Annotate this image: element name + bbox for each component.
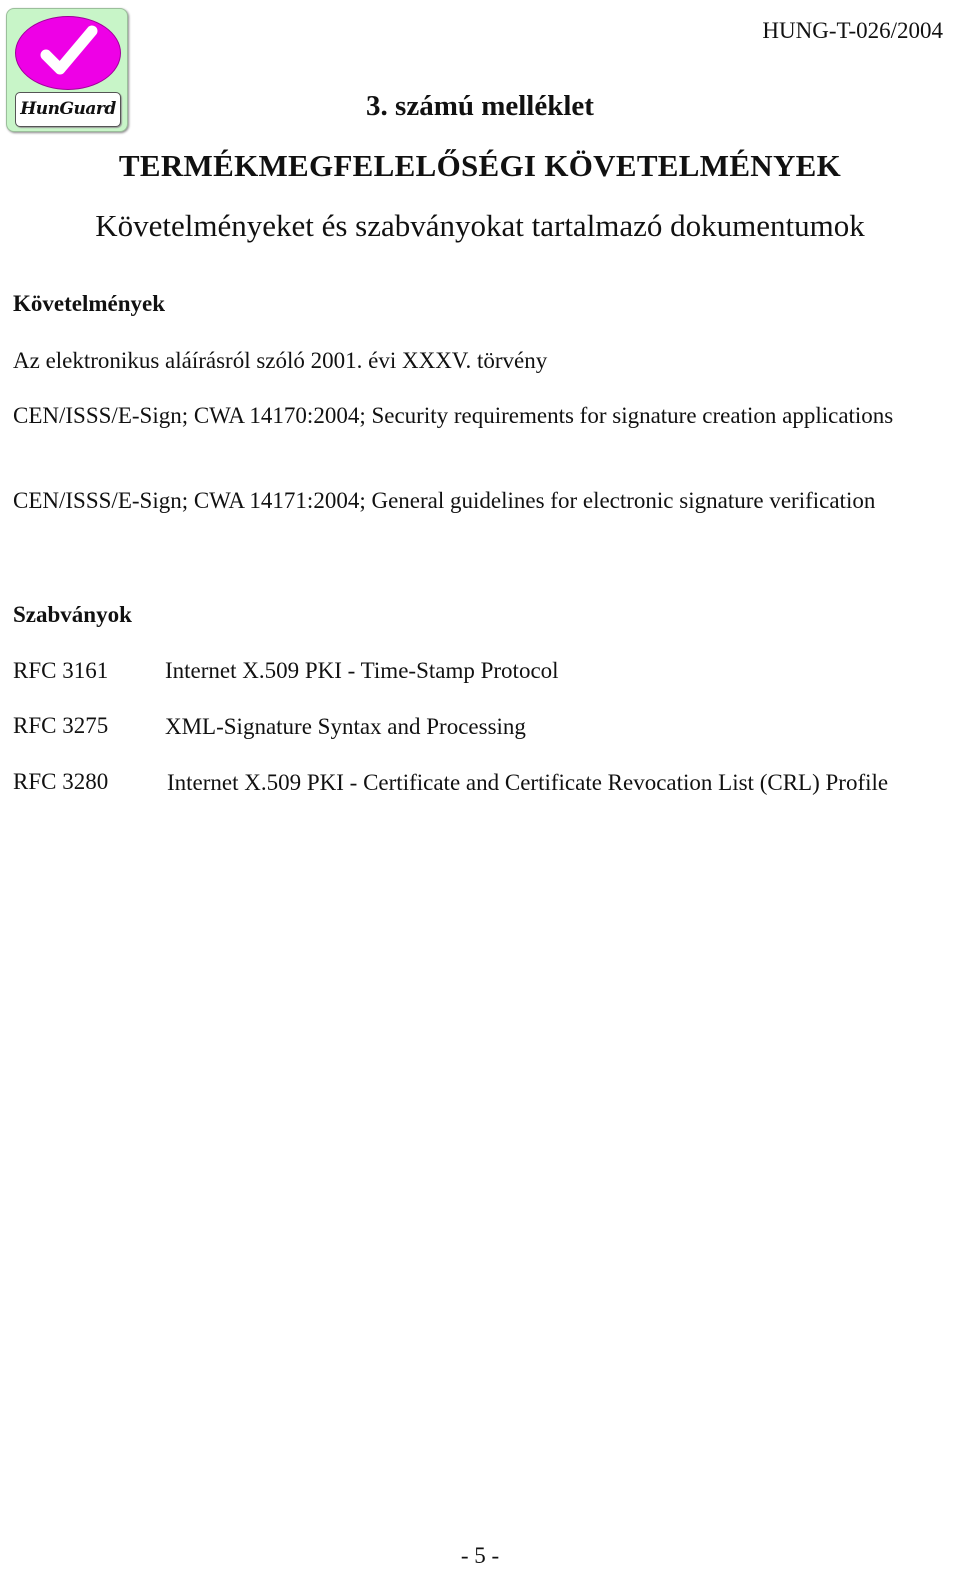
page-title: TERMÉKMEGFELELŐSÉGI KÖVETELMÉNYEK [118,148,842,183]
standard-title: Internet X.509 PKI - Certificate and Cer… [167,770,889,795]
standard-title: Internet X.509 PKI - Time-Stamp Protocol [165,658,559,683]
annex-heading: 3. számú melléklet [366,90,594,122]
page-subtitle: Követelményeket és szabványokat tartalma… [95,208,865,243]
page-number: - 5 - [460,1543,500,1568]
standards-heading: Szabványok [13,602,132,627]
requirements-heading: Követelmények [13,291,166,316]
standard-title: XML-Signature Syntax and Processing [165,714,526,739]
standard-code: RFC 3280 [13,769,109,794]
requirement-item: CEN/ISSS/E-Sign; CWA 14171:2004; General… [13,488,876,513]
standard-code: RFC 3275 [13,713,109,738]
standard-code: RFC 3161 [13,658,109,683]
requirement-item: Az elektronikus aláírásról szóló 2001. é… [13,348,548,373]
checkmark-icon [40,25,98,75]
document-id: HUNG-T-026/2004 [762,18,943,43]
requirement-item: CEN/ISSS/E-Sign; CWA 14170:2004; Securit… [13,403,894,428]
logo-ellipse [15,16,121,90]
